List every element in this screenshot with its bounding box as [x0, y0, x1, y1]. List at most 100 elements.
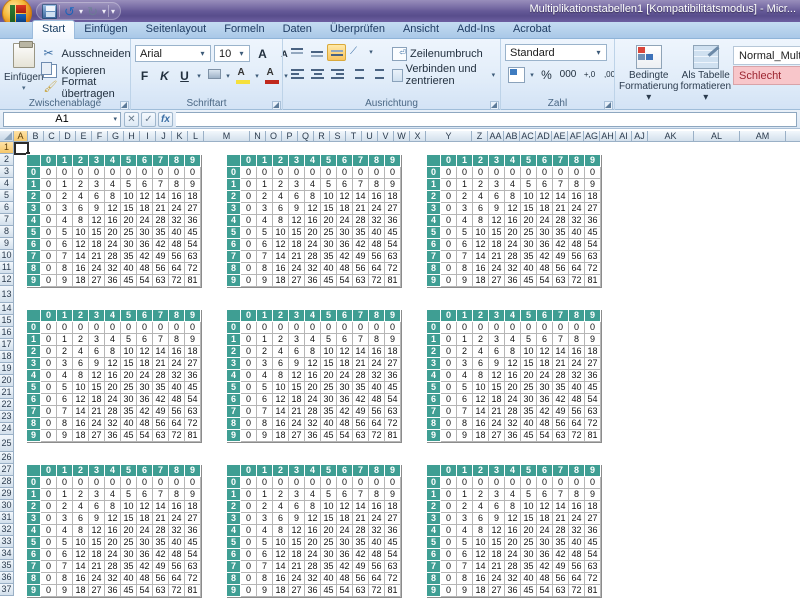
table-cell[interactable]: 63	[184, 405, 201, 418]
table-cell[interactable]: 28	[304, 560, 321, 573]
row-header-16[interactable]: 16	[0, 327, 14, 339]
table-cell[interactable]: 36	[504, 584, 521, 597]
table-cell[interactable]: 0	[104, 476, 121, 489]
table-cell[interactable]: 12	[136, 345, 153, 358]
table-cell[interactable]: 18	[536, 512, 553, 525]
table-cell[interactable]: 15	[288, 226, 305, 239]
row-header-8[interactable]: 8	[0, 226, 14, 238]
column-header-af[interactable]: AF	[568, 131, 584, 142]
align-bottom-button[interactable]	[327, 44, 346, 61]
table-cell[interactable]: 18	[288, 393, 305, 406]
table-cell[interactable]: 28	[504, 560, 521, 573]
table-cell[interactable]: 30	[536, 381, 553, 394]
table-cell[interactable]: 28	[104, 405, 121, 418]
column-header-m[interactable]: M	[204, 131, 250, 142]
table-cell[interactable]: 0	[336, 166, 353, 179]
table-cell[interactable]: 18	[136, 202, 153, 215]
table-cell[interactable]: 4	[304, 488, 321, 501]
table-cell[interactable]: 42	[136, 250, 153, 263]
table-cell[interactable]: 3	[488, 333, 505, 346]
table-cell[interactable]: 0	[240, 488, 257, 501]
table-cell[interactable]: 0	[440, 262, 457, 275]
table-cell[interactable]: 25	[520, 536, 537, 549]
table-cell[interactable]: 24	[488, 262, 505, 275]
font-color-button[interactable]	[262, 66, 281, 85]
table-cell[interactable]: 0	[440, 548, 457, 561]
table-cell[interactable]: 64	[168, 262, 185, 275]
table-cell[interactable]: 3	[488, 488, 505, 501]
table-cell[interactable]: 56	[352, 262, 369, 275]
row-header-29[interactable]: 29	[0, 488, 14, 500]
table-cell[interactable]: 0	[256, 166, 273, 179]
column-header-p[interactable]: P	[282, 131, 298, 142]
column-header-ah[interactable]: AH	[600, 131, 616, 142]
table-cell[interactable]: 72	[568, 274, 585, 287]
table-cell[interactable]: 20	[304, 226, 321, 239]
table-cell[interactable]: 16	[72, 417, 89, 430]
table-cell[interactable]: 18	[488, 548, 505, 561]
table-cell[interactable]: 81	[584, 584, 601, 597]
table-cell[interactable]: 9	[584, 178, 601, 191]
table-cell[interactable]: 42	[352, 548, 369, 561]
row-header-12[interactable]: 12	[0, 274, 14, 286]
table-cell[interactable]: 28	[104, 560, 121, 573]
cell-grid[interactable]: 0 1 2 3 4 5 6 7 8 9 0 0 0 0 0 0 0 0 0 0 0 1 0 1 2 3 4 5 6 7 8 9 2 0 2 4 6 8 10…	[14, 142, 800, 600]
table-cell[interactable]: 56	[552, 262, 569, 275]
table-cell[interactable]: 18	[488, 393, 505, 406]
table-cell[interactable]: 24	[488, 572, 505, 585]
table-cell[interactable]: 9	[56, 429, 73, 442]
table-cell[interactable]: 0	[40, 214, 57, 227]
table-cell[interactable]: 0	[40, 548, 57, 561]
table-cell[interactable]: 0	[440, 250, 457, 263]
table-cell[interactable]: 15	[520, 512, 537, 525]
table-cell[interactable]: 1	[456, 488, 473, 501]
table-cell[interactable]: 0	[288, 321, 305, 334]
table-cell[interactable]: 64	[368, 572, 385, 585]
table-cell[interactable]: 63	[184, 560, 201, 573]
table-cell[interactable]: 14	[352, 345, 369, 358]
row-header-24[interactable]: 24	[0, 423, 14, 435]
table-cell[interactable]: 9	[184, 488, 201, 501]
table-cell[interactable]: 32	[368, 369, 385, 382]
table-cell[interactable]: 40	[368, 536, 385, 549]
table-cell[interactable]: 12	[88, 214, 105, 227]
office-button-icon[interactable]	[2, 0, 32, 22]
table-cell[interactable]: 0	[552, 166, 569, 179]
table-cell[interactable]: 0	[168, 476, 185, 489]
table-cell[interactable]: 30	[336, 381, 353, 394]
table-cell[interactable]: 3	[56, 202, 73, 215]
table-cell[interactable]: 28	[152, 524, 169, 537]
table-cell[interactable]: 14	[552, 500, 569, 513]
table-cell[interactable]: 36	[184, 369, 201, 382]
table-cell[interactable]: 0	[552, 476, 569, 489]
table-cell[interactable]: 24	[336, 214, 353, 227]
row-header-22[interactable]: 22	[0, 399, 14, 411]
table-cell[interactable]: 56	[168, 560, 185, 573]
align-center-button[interactable]	[307, 64, 326, 81]
underline-button[interactable]: U	[175, 66, 194, 85]
tab-acrobat[interactable]: Acrobat	[504, 21, 560, 38]
table-cell[interactable]: 40	[320, 417, 337, 430]
table-cell[interactable]: 40	[568, 536, 585, 549]
table-cell[interactable]: 0	[504, 321, 521, 334]
table-cell[interactable]: 0	[184, 166, 201, 179]
table-cell[interactable]: 4	[272, 500, 289, 513]
table-cell[interactable]: 0	[440, 584, 457, 597]
table-cell[interactable]: 27	[184, 202, 201, 215]
table-cell[interactable]: 12	[536, 190, 553, 203]
row-header-2[interactable]: 2	[0, 154, 14, 166]
table-cell[interactable]: 64	[568, 572, 585, 585]
table-cell[interactable]: 12	[304, 512, 321, 525]
borders-button[interactable]	[204, 66, 223, 85]
row-header-11[interactable]: 11	[0, 262, 14, 274]
column-header-h[interactable]: H	[124, 131, 140, 142]
table-cell[interactable]: 10	[72, 536, 89, 549]
table-cell[interactable]: 10	[320, 190, 337, 203]
table-cell[interactable]: 8	[568, 488, 585, 501]
table-cell[interactable]: 3	[256, 357, 273, 370]
table-cell[interactable]: 12	[488, 369, 505, 382]
table-cell[interactable]: 56	[552, 417, 569, 430]
redo-dropdown-icon[interactable]: ▾	[102, 4, 106, 19]
table-cell[interactable]: 5	[120, 488, 137, 501]
table-cell[interactable]: 6	[488, 500, 505, 513]
